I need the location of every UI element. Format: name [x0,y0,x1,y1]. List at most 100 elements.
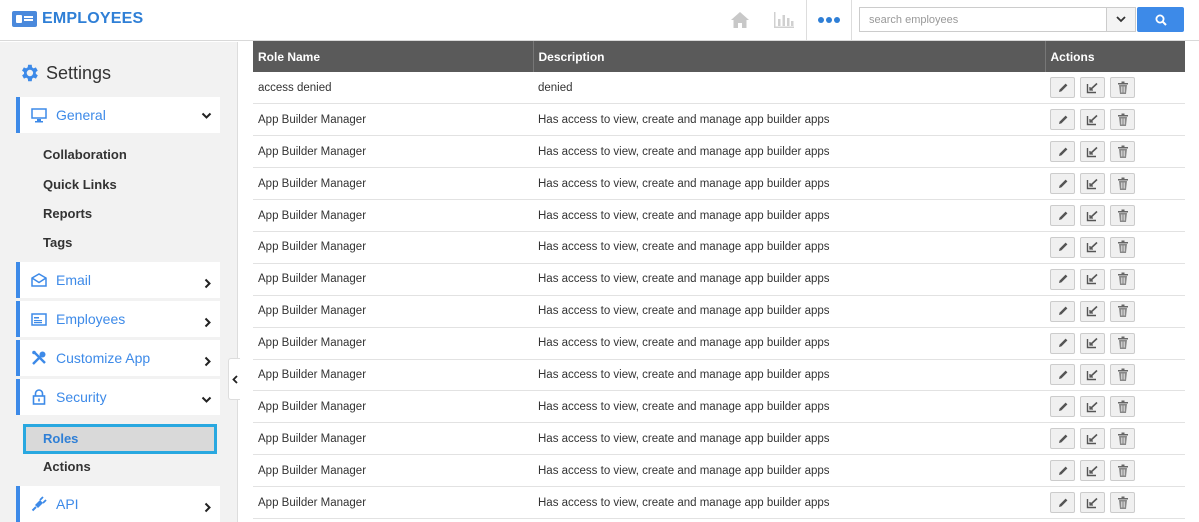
more-icon-dot [826,17,832,23]
more-button[interactable] [806,0,852,40]
edit-button[interactable] [1050,492,1075,514]
delete-icon [1117,432,1128,445]
chevron-right-icon [204,356,211,367]
assign-button[interactable] [1080,268,1105,290]
chevron-down-icon [201,112,212,119]
delete-button[interactable] [1110,428,1135,450]
edit-button[interactable] [1050,364,1075,386]
edit-icon [1058,466,1067,475]
sidebar-section-label: Security [56,389,107,405]
column-header-actions: Actions [1045,41,1185,72]
delete-icon [1117,304,1128,318]
edit-button[interactable] [1050,77,1075,99]
edit-button[interactable] [1050,300,1075,322]
sidebar-item-collaboration[interactable]: Collaboration [43,147,127,162]
description-cell: Has access to view, create and manage ap… [533,359,1045,392]
role-name-cell[interactable]: App Builder Manager [253,454,533,488]
delete-button[interactable] [1110,77,1135,99]
assign-button[interactable] [1080,173,1105,195]
assign-button[interactable] [1080,300,1105,322]
description-cell: Has access to view, create and manage ap… [533,231,1045,264]
sidebar-section-security[interactable]: Security [16,379,220,415]
edit-button[interactable] [1050,332,1075,354]
delete-button[interactable] [1110,364,1135,386]
sidebar-item-reports[interactable]: Reports [43,206,92,221]
assign-button[interactable] [1080,396,1105,418]
roles-table: Role Name Description Actions access den… [253,41,1185,519]
sidebar-item-quick-links[interactable]: Quick Links [43,177,117,192]
delete-button[interactable] [1110,268,1135,290]
envelope-icon [30,271,48,289]
edit-button[interactable] [1050,236,1075,258]
description-cell: Has access to view, create and manage ap… [533,103,1045,137]
assign-button[interactable] [1080,364,1105,386]
role-name-cell[interactable]: App Builder Manager [253,263,533,296]
assign-icon [1086,146,1098,157]
edit-button[interactable] [1050,205,1075,226]
role-name-cell[interactable]: App Builder Manager [253,231,533,264]
assign-button[interactable] [1080,205,1105,226]
assign-button[interactable] [1080,236,1105,258]
role-name-cell[interactable]: access denied [253,72,533,105]
sidebar-item-actions[interactable]: Actions [43,459,91,474]
collapse-sidebar-button[interactable] [228,358,240,400]
sidebar-item-tags[interactable]: Tags [43,235,72,250]
delete-button[interactable] [1110,173,1135,195]
role-name-cell[interactable]: App Builder Manager [253,167,533,201]
role-name-cell[interactable]: App Builder Manager [253,103,533,137]
assign-button[interactable] [1080,460,1105,482]
delete-button[interactable] [1110,300,1135,322]
app-brand[interactable]: EMPLOYEES [12,10,143,28]
role-name-cell[interactable]: App Builder Manager [253,327,533,360]
sidebar-section-api[interactable]: API [16,486,220,522]
edit-button[interactable] [1050,109,1075,131]
reports-button[interactable] [762,0,806,40]
edit-icon [1058,115,1067,124]
edit-button[interactable] [1050,428,1075,450]
table-row: App Builder Manager Has access to view, … [253,167,1185,201]
delete-button[interactable] [1110,141,1135,163]
role-name-cell[interactable]: App Builder Manager [253,199,533,232]
search-filter-dropdown[interactable] [1106,8,1135,31]
home-button[interactable] [718,0,762,40]
search-input[interactable] [860,8,1106,31]
actions-cell [1045,167,1185,201]
assign-icon [1086,465,1098,476]
delete-button[interactable] [1110,396,1135,418]
table-row: App Builder Manager Has access to view, … [253,199,1185,232]
search-button[interactable] [1137,7,1184,32]
sidebar-section-employees[interactable]: Employees [16,301,220,337]
assign-button[interactable] [1080,77,1105,99]
search-box [859,7,1136,32]
edit-button[interactable] [1050,141,1075,163]
delete-button[interactable] [1110,205,1135,226]
delete-button[interactable] [1110,492,1135,514]
assign-button[interactable] [1080,332,1105,354]
assign-button[interactable] [1080,141,1105,163]
delete-button[interactable] [1110,460,1135,482]
edit-button[interactable] [1050,268,1075,290]
role-name-cell[interactable]: App Builder Manager [253,135,533,169]
column-header-role-name[interactable]: Role Name [253,41,534,72]
edit-button[interactable] [1050,173,1075,195]
description-cell: Has access to view, create and manage ap… [533,135,1045,169]
role-name-cell[interactable]: App Builder Manager [253,390,533,424]
edit-button[interactable] [1050,396,1075,418]
delete-button[interactable] [1110,236,1135,258]
delete-button[interactable] [1110,332,1135,354]
assign-button[interactable] [1080,428,1105,450]
delete-button[interactable] [1110,109,1135,131]
role-name-cell[interactable]: App Builder Manager [253,359,533,392]
column-header-description[interactable]: Description [533,41,1046,72]
role-name-cell[interactable]: App Builder Manager [253,486,533,519]
sidebar-section-email[interactable]: Email [16,262,220,298]
assign-icon [1086,401,1098,413]
sidebar-section-customize-app[interactable]: Customize App [16,340,220,376]
edit-button[interactable] [1050,460,1075,482]
assign-button[interactable] [1080,492,1105,514]
role-name-cell[interactable]: App Builder Manager [253,295,533,328]
role-name-cell[interactable]: App Builder Manager [253,422,533,456]
sidebar-item-roles[interactable]: Roles [23,424,217,454]
assign-button[interactable] [1080,109,1105,131]
sidebar-section-general[interactable]: General [16,97,220,133]
